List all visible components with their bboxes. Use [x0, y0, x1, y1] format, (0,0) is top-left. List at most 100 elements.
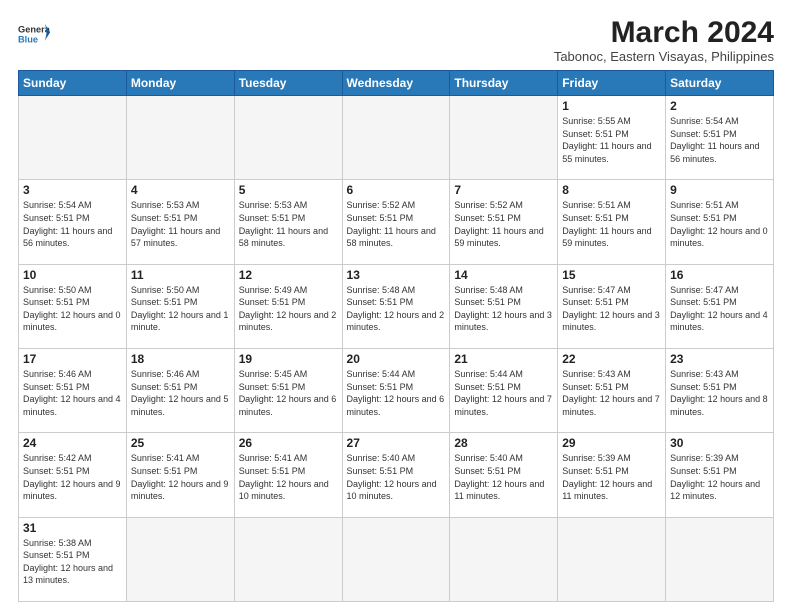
day-info: Sunrise: 5:41 AM Sunset: 5:51 PM Dayligh… — [239, 452, 338, 502]
calendar-day-cell: 7 Sunrise: 5:52 AM Sunset: 5:51 PM Daylig… — [450, 180, 558, 264]
calendar-day-cell — [126, 517, 234, 601]
page: General Blue March 2024 Tabonoc, Eastern… — [0, 0, 792, 612]
calendar-day-cell: 23Sunrise: 5:43 AM Sunset: 5:51 PM Dayli… — [666, 348, 774, 432]
calendar-day-cell: 25Sunrise: 5:41 AM Sunset: 5:51 PM Dayli… — [126, 433, 234, 517]
day-info: Sunrise: 5:46 AM Sunset: 5:51 PM Dayligh… — [131, 368, 230, 418]
day-number: 11 — [131, 268, 230, 282]
calendar-day-cell: 17 Sunrise: 5:46 AM Sunset: 5:51 PM Dayli… — [19, 348, 127, 432]
calendar-day-cell — [126, 96, 234, 180]
calendar-day-cell: 19 Sunrise: 5:45 AM Sunset: 5:51 PM Dayli… — [234, 348, 342, 432]
day-info: Sunrise: 5:43 AM Sunset: 5:51 PM Dayligh… — [562, 368, 661, 418]
day-number: 27 — [347, 436, 446, 450]
calendar-day-cell: 4Sunrise: 5:53 AM Sunset: 5:51 PM Daylig… — [126, 180, 234, 264]
calendar-header-row: SundayMondayTuesdayWednesdayThursdayFrid… — [19, 71, 774, 96]
day-info: Sunrise: 5:40 AM Sunset: 5:51 PM Dayligh… — [347, 452, 446, 502]
day-number: 2 — [670, 99, 769, 113]
generalblue-logo-icon: General Blue — [18, 20, 50, 48]
day-info: Sunrise: 5:48 AM Sunset: 5:51 PM Dayligh… — [454, 284, 553, 334]
main-title: March 2024 — [554, 16, 774, 49]
calendar-day-cell: 1Sunrise: 5:55 AM Sunset: 5:51 PM Daylig… — [558, 96, 666, 180]
day-info: Sunrise: 5:53 AM Sunset: 5:51 PM Dayligh… — [131, 199, 230, 249]
day-number: 7 — [454, 183, 553, 197]
calendar-day-cell — [558, 517, 666, 601]
day-info: Sunrise: 5:44 AM Sunset: 5:51 PM Dayligh… — [454, 368, 553, 418]
calendar-header-wednesday: Wednesday — [342, 71, 450, 96]
calendar-day-cell: 26 Sunrise: 5:41 AM Sunset: 5:51 PM Dayli… — [234, 433, 342, 517]
day-info: Sunrise: 5:44 AM Sunset: 5:51 PM Dayligh… — [347, 368, 446, 418]
day-info: Sunrise: 5:45 AM Sunset: 5:51 PM Dayligh… — [239, 368, 338, 418]
day-info: Sunrise: 5:52 AM Sunset: 5:51 PM Dayligh… — [347, 199, 446, 249]
calendar-day-cell: 21Sunrise: 5:44 AM Sunset: 5:51 PM Dayli… — [450, 348, 558, 432]
day-info: Sunrise: 5:48 AM Sunset: 5:51 PM Dayligh… — [347, 284, 446, 334]
calendar-header-thursday: Thursday — [450, 71, 558, 96]
day-number: 6 — [347, 183, 446, 197]
day-number: 20 — [347, 352, 446, 366]
day-number: 3 — [23, 183, 122, 197]
day-number: 9 — [670, 183, 769, 197]
day-number: 28 — [454, 436, 553, 450]
day-info: Sunrise: 5:40 AM Sunset: 5:51 PM Dayligh… — [454, 452, 553, 502]
day-number: 24 — [23, 436, 122, 450]
calendar-day-cell: 31 Sunrise: 5:38 AM Sunset: 5:51 PM Dayli… — [19, 517, 127, 601]
calendar-week-row: 10 Sunrise: 5:50 AM Sunset: 5:51 PM Dayli… — [19, 264, 774, 348]
day-number: 31 — [23, 521, 122, 535]
day-number: 29 — [562, 436, 661, 450]
day-number: 5 — [239, 183, 338, 197]
day-number: 10 — [23, 268, 122, 282]
day-info: Sunrise: 5:51 AM Sunset: 5:51 PM Dayligh… — [562, 199, 661, 249]
calendar-day-cell: 16 Sunrise: 5:47 AM Sunset: 5:51 PM Dayli… — [666, 264, 774, 348]
calendar-day-cell: 14 Sunrise: 5:48 AM Sunset: 5:51 PM Dayli… — [450, 264, 558, 348]
day-number: 26 — [239, 436, 338, 450]
calendar-day-cell: 22Sunrise: 5:43 AM Sunset: 5:51 PM Dayli… — [558, 348, 666, 432]
calendar-day-cell — [450, 517, 558, 601]
calendar-week-row: 1Sunrise: 5:55 AM Sunset: 5:51 PM Daylig… — [19, 96, 774, 180]
calendar-header-tuesday: Tuesday — [234, 71, 342, 96]
calendar-week-row: 17 Sunrise: 5:46 AM Sunset: 5:51 PM Dayli… — [19, 348, 774, 432]
calendar-header-sunday: Sunday — [19, 71, 127, 96]
calendar-header-saturday: Saturday — [666, 71, 774, 96]
day-info: Sunrise: 5:50 AM Sunset: 5:51 PM Dayligh… — [23, 284, 122, 334]
calendar-week-row: 24 Sunrise: 5:42 AM Sunset: 5:51 PM Dayli… — [19, 433, 774, 517]
day-info: Sunrise: 5:39 AM Sunset: 5:51 PM Dayligh… — [670, 452, 769, 502]
day-info: Sunrise: 5:38 AM Sunset: 5:51 PM Dayligh… — [23, 537, 122, 587]
calendar-day-cell: 29Sunrise: 5:39 AM Sunset: 5:51 PM Dayli… — [558, 433, 666, 517]
day-info: Sunrise: 5:50 AM Sunset: 5:51 PM Dayligh… — [131, 284, 230, 334]
day-number: 19 — [239, 352, 338, 366]
day-number: 30 — [670, 436, 769, 450]
day-number: 1 — [562, 99, 661, 113]
day-number: 14 — [454, 268, 553, 282]
day-info: Sunrise: 5:47 AM Sunset: 5:51 PM Dayligh… — [670, 284, 769, 334]
calendar-day-cell: 27 Sunrise: 5:40 AM Sunset: 5:51 PM Dayli… — [342, 433, 450, 517]
calendar-table: SundayMondayTuesdayWednesdayThursdayFrid… — [18, 70, 774, 602]
calendar-day-cell: 2 Sunrise: 5:54 AM Sunset: 5:51 PM Daylig… — [666, 96, 774, 180]
calendar-day-cell: 18Sunrise: 5:46 AM Sunset: 5:51 PM Dayli… — [126, 348, 234, 432]
day-info: Sunrise: 5:47 AM Sunset: 5:51 PM Dayligh… — [562, 284, 661, 334]
calendar-day-cell: 10 Sunrise: 5:50 AM Sunset: 5:51 PM Dayli… — [19, 264, 127, 348]
calendar-day-cell — [19, 96, 127, 180]
day-info: Sunrise: 5:49 AM Sunset: 5:51 PM Dayligh… — [239, 284, 338, 334]
day-info: Sunrise: 5:53 AM Sunset: 5:51 PM Dayligh… — [239, 199, 338, 249]
day-info: Sunrise: 5:54 AM Sunset: 5:51 PM Dayligh… — [670, 115, 769, 165]
calendar-day-cell — [234, 96, 342, 180]
day-info: Sunrise: 5:42 AM Sunset: 5:51 PM Dayligh… — [23, 452, 122, 502]
calendar-day-cell: 30 Sunrise: 5:39 AM Sunset: 5:51 PM Dayli… — [666, 433, 774, 517]
calendar-day-cell — [234, 517, 342, 601]
header: General Blue March 2024 Tabonoc, Eastern… — [18, 16, 774, 64]
calendar-day-cell: 8 Sunrise: 5:51 AM Sunset: 5:51 PM Daylig… — [558, 180, 666, 264]
calendar-day-cell: 9 Sunrise: 5:51 AM Sunset: 5:51 PM Daylig… — [666, 180, 774, 264]
calendar-day-cell: 28 Sunrise: 5:40 AM Sunset: 5:51 PM Dayli… — [450, 433, 558, 517]
day-info: Sunrise: 5:41 AM Sunset: 5:51 PM Dayligh… — [131, 452, 230, 502]
day-number: 16 — [670, 268, 769, 282]
day-number: 17 — [23, 352, 122, 366]
svg-text:General: General — [18, 24, 50, 34]
day-number: 13 — [347, 268, 446, 282]
day-info: Sunrise: 5:46 AM Sunset: 5:51 PM Dayligh… — [23, 368, 122, 418]
logo: General Blue — [18, 20, 50, 48]
day-info: Sunrise: 5:52 AM Sunset: 5:51 PM Dayligh… — [454, 199, 553, 249]
day-info: Sunrise: 5:51 AM Sunset: 5:51 PM Dayligh… — [670, 199, 769, 249]
day-info: Sunrise: 5:54 AM Sunset: 5:51 PM Dayligh… — [23, 199, 122, 249]
calendar-day-cell — [342, 96, 450, 180]
calendar-day-cell: 3 Sunrise: 5:54 AM Sunset: 5:51 PM Daylig… — [19, 180, 127, 264]
calendar-day-cell: 5 Sunrise: 5:53 AM Sunset: 5:51 PM Daylig… — [234, 180, 342, 264]
day-number: 8 — [562, 183, 661, 197]
